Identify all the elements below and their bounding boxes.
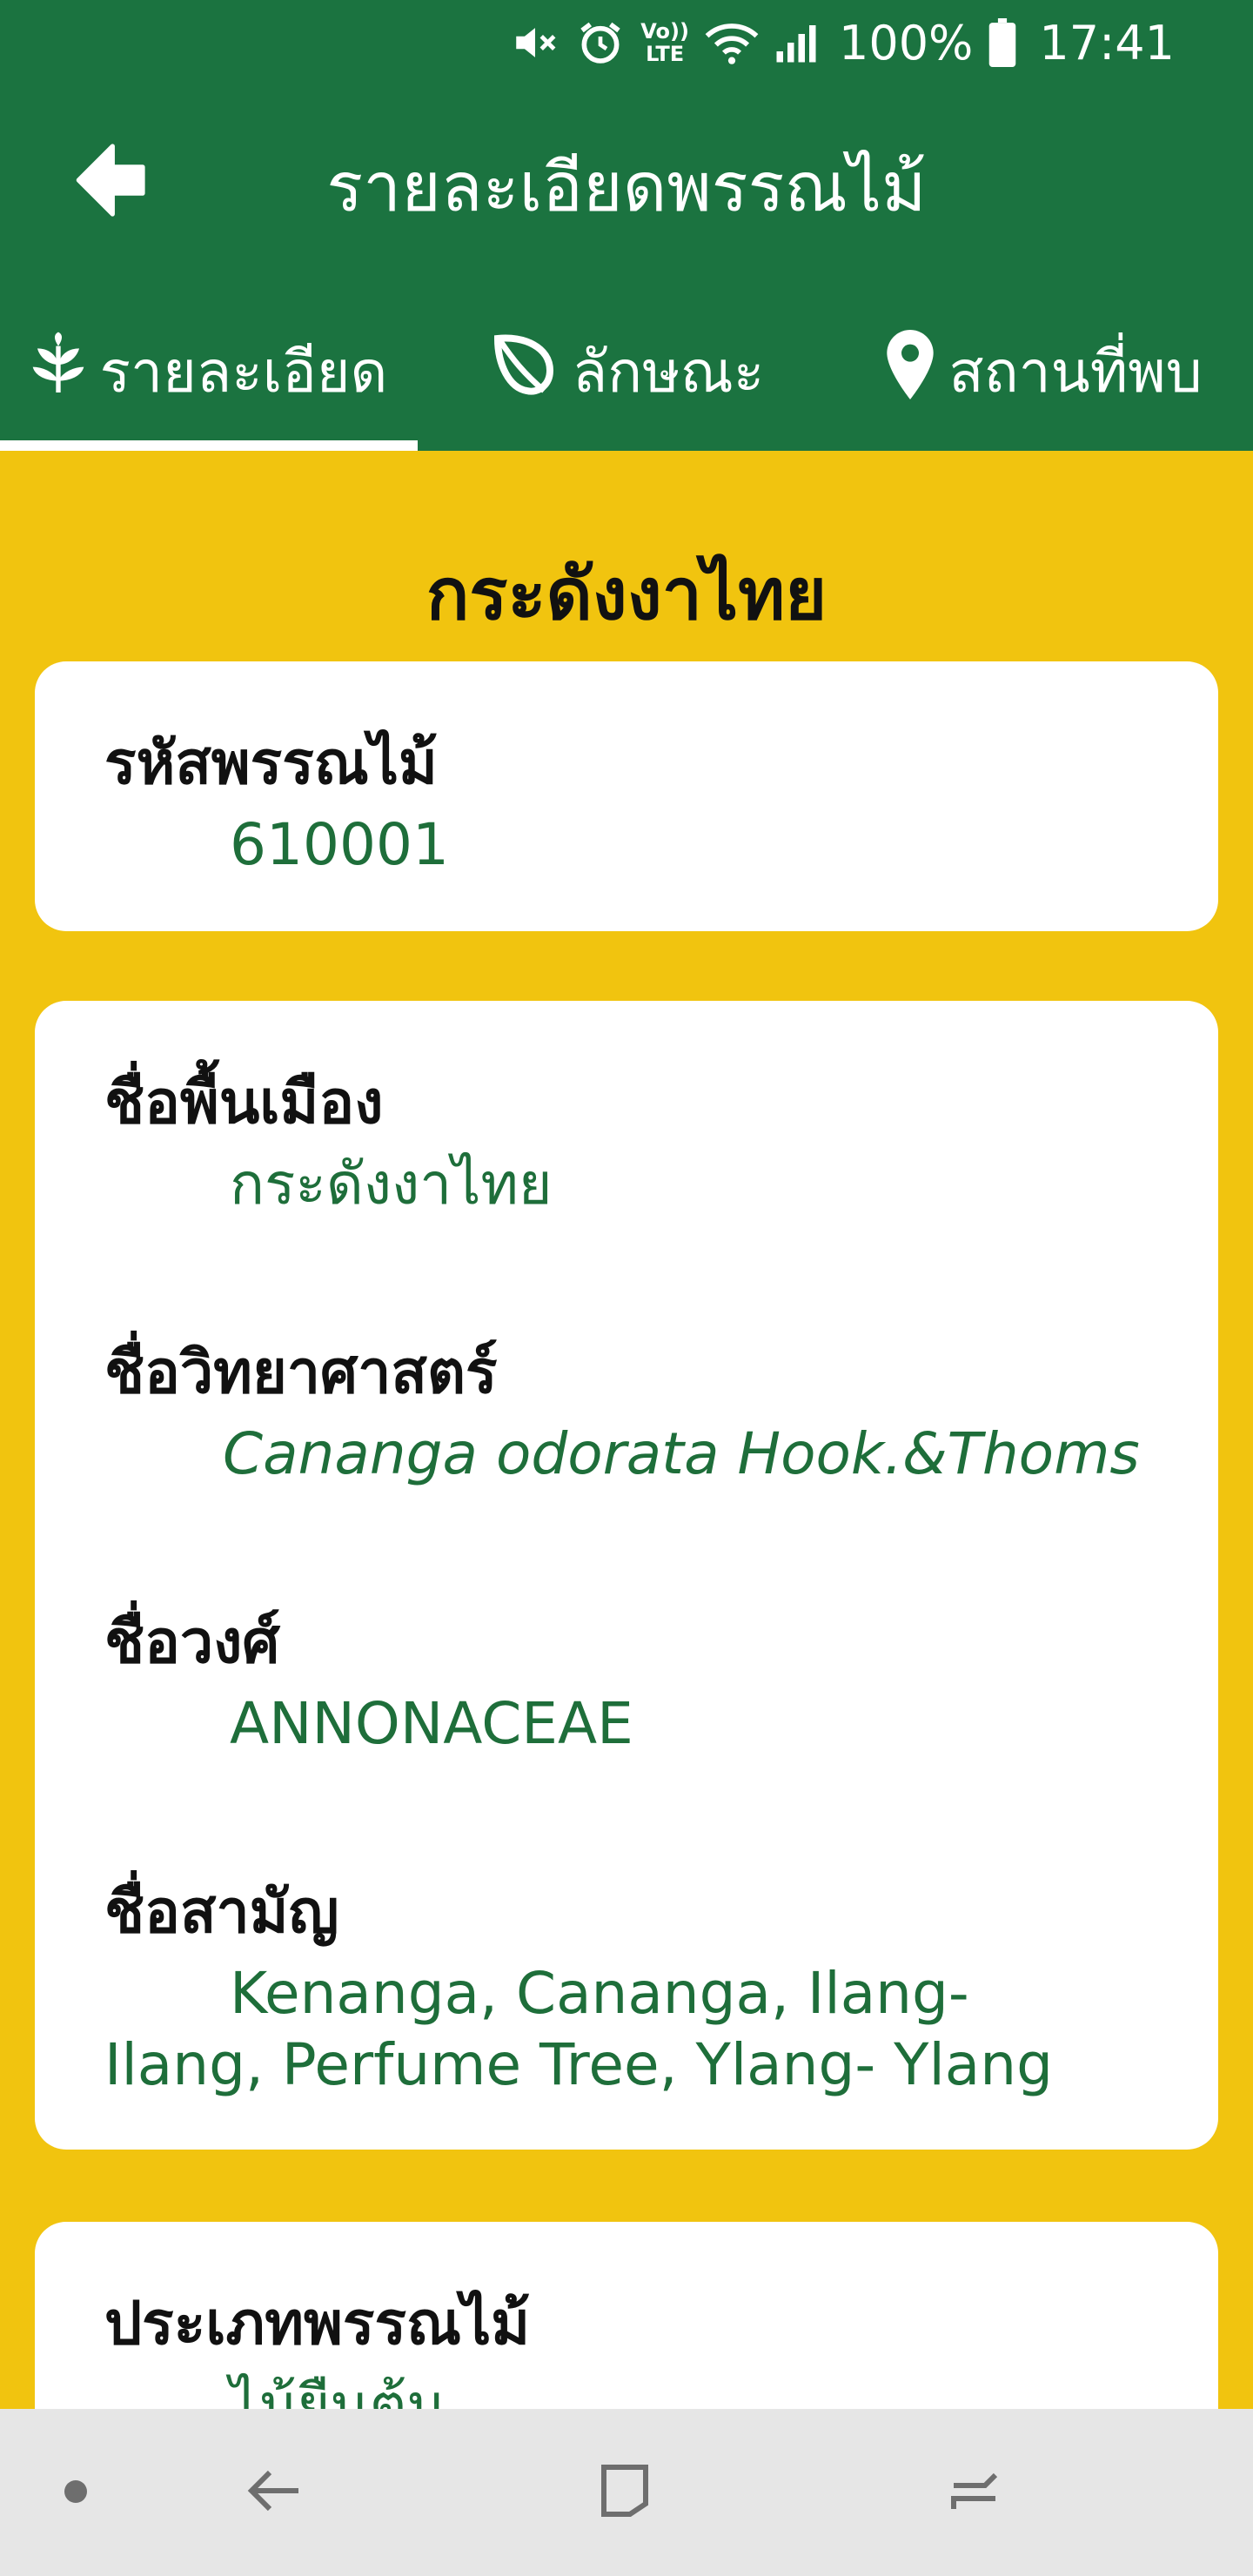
volte-label-top: Vo)) (640, 19, 689, 44)
nav-recent-icon (943, 2459, 1006, 2526)
nav-dot-indicator (64, 2480, 87, 2503)
tab-characteristics-label: ลักษณะ (572, 338, 765, 406)
location-pin-icon (886, 330, 935, 413)
volte-label-bottom: LTE (646, 42, 685, 66)
battery-percent: 100% (838, 15, 974, 70)
nav-back-icon (244, 2459, 306, 2526)
tab-details[interactable]: รายละเอียด (0, 292, 418, 451)
mute-icon (510, 17, 560, 68)
tab-location-label: สถานที่พบ (948, 338, 1203, 406)
plant-code-label: รหัสพรรณไม้ (104, 729, 438, 798)
nav-recent-button[interactable] (931, 2449, 1018, 2536)
plant-code-card: รหัสพรรณไม้ 610001 (35, 661, 1218, 931)
tab-characteristics[interactable]: ลักษณะ (418, 292, 835, 451)
system-nav-bar (0, 2409, 1253, 2576)
common-name-value: Kenanga, Cananga, Ilang-Ilang, Perfume T… (104, 1960, 1053, 2098)
nav-home-icon (593, 2459, 656, 2526)
family-name-value: ANNONACEAE (230, 1690, 633, 1757)
nav-back-button[interactable] (231, 2449, 318, 2536)
tab-bar: รายละเอียด ลักษณะ สถานที่พบ (0, 292, 1253, 451)
plant-icon (30, 332, 86, 412)
signal-icon (774, 20, 818, 65)
local-name-label: ชื่อพื้นเมือง (104, 1069, 384, 1137)
plant-code-value: 610001 (230, 811, 449, 878)
alarm-icon (576, 18, 625, 67)
local-name-value: กระดังงาไทย (230, 1150, 553, 1218)
plant-type-label: ประเภทพรรณไม้ (104, 2290, 531, 2358)
tab-location[interactable]: สถานที่พบ (835, 292, 1253, 451)
scientific-name-label: ชื่อวิทยาศาสตร์ (104, 1338, 498, 1407)
family-name-label: ชื่อวงศ์ (104, 1608, 280, 1677)
status-bar: Vo)) LTE 100% 17:41 (0, 0, 1253, 84)
back-button[interactable] (52, 125, 165, 238)
tab-selected-indicator (0, 440, 418, 451)
nav-home-button[interactable] (581, 2449, 668, 2536)
status-icons: Vo)) LTE 100% 17:41 (510, 12, 1175, 73)
content-area[interactable]: กระดังงาไทย รหัสพรรณไม้ 610001 ชื่อพื้นเ… (0, 451, 1253, 2570)
plant-title: กระดังงาไทย (425, 553, 828, 636)
page-title-header: รายละเอียดพรรณไม้ (326, 149, 927, 227)
leaf-icon (489, 330, 559, 413)
common-name-label: ชื่อสามัญ (104, 1878, 339, 1947)
app-bar: รายละเอียดพรรณไม้ (0, 84, 1253, 292)
top-bar: Vo)) LTE 100% 17:41 รายละเอียดพรรณไม้ รา… (0, 0, 1253, 451)
scientific-name-value: Cananga odorata Hook.&Thoms (223, 1420, 1140, 1487)
volte-icon: Vo)) LTE (640, 20, 689, 65)
battery-icon (988, 18, 1016, 67)
arrow-left-icon (64, 135, 154, 229)
wifi-icon (705, 18, 759, 67)
status-time: 17:41 (1039, 15, 1175, 70)
tab-details-label: รายละเอียด (99, 338, 388, 406)
plant-names-card: ชื่อพื้นเมือง กระดังงาไทย ชื่อวิทยาศาสตร… (35, 1001, 1218, 2150)
